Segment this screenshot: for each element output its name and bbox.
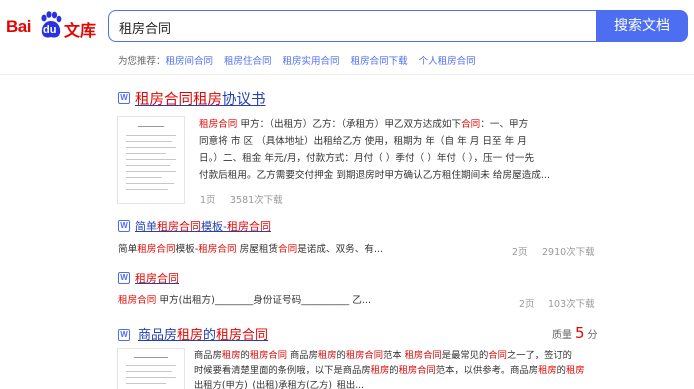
text-segment: 房屋租赁 <box>236 244 279 255</box>
word-doc-icon: W <box>118 220 130 232</box>
keyword-highlight: 租房 <box>177 328 204 343</box>
keyword-highlight: 合同 <box>488 350 507 361</box>
text-segment: 协议书 <box>222 92 266 108</box>
keyword-highlight: 合同 <box>461 119 481 130</box>
text-segment: 商品房 <box>287 350 318 361</box>
text-segment: 的 <box>389 365 399 376</box>
baidu-wenku-logo[interactable]: Bai du 文库 <box>6 11 100 41</box>
text-segment: 同意将 市 区 （具体地址）出租给乙方 使用，租期为 年（自 年 月 日至 年 … <box>199 136 527 147</box>
result-title[interactable]: 简单租房合同模板-租房合同 <box>135 218 271 234</box>
result-title[interactable]: 租房合同租房协议书 <box>135 88 266 109</box>
quality-label: 质量 <box>552 330 572 341</box>
result-snippet: 租房合同 甲方：（出租方）乙方：（承租方）甲乙双方达成如下合同：一、甲方 同意将… <box>199 116 550 184</box>
result-title[interactable]: 商品房租房的租房合同 <box>138 324 268 343</box>
keyword-highlight: 租房合同 <box>398 365 436 376</box>
text-segment: 商品房 <box>138 328 178 343</box>
recommendations: 为您推荐：租房间合同 租房住合同 租房实用合同 租房合同下载 个人租房合同 <box>118 53 487 67</box>
header: Bai du 文库 租房合同 搜索文档 <box>0 0 694 52</box>
text-segment: 是最常见的 <box>441 350 489 361</box>
logo-text-wenku: 文库 <box>64 21 97 40</box>
recommend-link[interactable]: 租房合同下载 <box>351 56 408 67</box>
search-button[interactable]: 搜索文档 <box>596 10 688 42</box>
quality-score: 质量 5 分 <box>552 324 598 342</box>
snippet-line: 租房合同 甲方(出租方)________身份证号码__________ 乙... <box>118 292 371 309</box>
snippet-line: 同意将 市 区 （具体地址）出租给乙方 使用，租期为 年（自 年 月 日至 年 … <box>199 133 550 150</box>
keyword-highlight: 租房合同 <box>135 272 179 285</box>
text-segment: 时候要看清楚里面的条例哦，以下是商品房 <box>194 365 371 376</box>
text-segment: 简单 <box>135 220 157 233</box>
text-segment: 范本，以供参考。商品房 <box>435 365 539 376</box>
logo-text-bai: Bai <box>6 17 31 36</box>
text-segment: 甲方：（出租方）乙方：（承租方）甲乙双方达成如下 <box>237 119 462 130</box>
keyword-highlight: 租房合同租房 <box>135 92 222 108</box>
recommend-link[interactable]: 个人租房合同 <box>419 56 476 67</box>
text-segment: 模板- <box>175 244 199 255</box>
download-count: 3581次下载 <box>230 195 283 206</box>
download-count: 103次下载 <box>548 299 595 310</box>
recommend-link[interactable]: 租房间合同 <box>166 56 214 67</box>
word-doc-icon: W <box>118 272 130 284</box>
keyword-highlight: 租房合同 <box>137 244 176 255</box>
snippet-line: 出租方(甲方)_(出租)承租方(乙方)_租出... <box>194 378 585 389</box>
keyword-highlight: 租房合同 <box>157 220 201 233</box>
document-thumbnail[interactable] <box>117 348 185 389</box>
text-segment: 是诺成、双务、有... <box>297 244 384 255</box>
search-input-value: 租房合同 <box>119 22 172 37</box>
result-snippet: 商品房租房的租房合同 商品房租房的租房合同范本 租房合同是最常见的合同之一了，签… <box>194 348 585 389</box>
text-segment: 商品房 <box>194 350 222 361</box>
page-count: 1页 <box>200 195 216 206</box>
page-count: 2页 <box>519 299 535 310</box>
keyword-highlight: 租房合同 <box>404 350 442 361</box>
snippet-line: 日。）二、租金 年元/月，付款方式：月付（ ）季付（ ）年付（ ），压一 付一先 <box>199 150 550 167</box>
keyword-highlight: 租房合同 <box>118 295 157 306</box>
text-segment: 的 <box>556 365 566 376</box>
keyword-highlight: 租房 <box>221 350 241 361</box>
text-segment: 甲方(出租方)________身份证号码__________ 乙... <box>156 295 371 306</box>
divider <box>0 74 694 75</box>
keyword-highlight: 租房合同 <box>345 350 384 361</box>
text-segment: 付款后租用。乙方需要交付押金 到期退房时甲方确认乙方租住期间未 给房屋造成... <box>199 170 551 181</box>
result-snippet: 简单租房合同模板-租房合同 房屋租赁合同是诺成、双务、有... <box>118 241 383 258</box>
recommend-link[interactable]: 租房住合同 <box>224 56 272 67</box>
text-segment: 模板- <box>201 220 227 233</box>
recommend-label: 为您推荐： <box>118 56 166 67</box>
word-doc-icon: W <box>118 92 130 104</box>
text-segment: 之一了，签订的 <box>506 350 572 361</box>
text-segment: 范本 <box>383 350 405 361</box>
keyword-highlight: 租房 <box>538 365 557 376</box>
result-title[interactable]: 租房合同 <box>135 270 179 286</box>
text-segment: 的 <box>203 328 217 343</box>
page-count: 2页 <box>512 247 528 258</box>
snippet-line: 租房合同 甲方：（出租方）乙方：（承租方）甲乙双方达成如下合同：一、甲方 <box>199 116 550 133</box>
keyword-highlight: 合同 <box>278 244 298 255</box>
document-thumbnail[interactable] <box>117 116 185 204</box>
result-snippet: 租房合同 甲方(出租方)________身份证号码__________ 乙... <box>118 292 371 309</box>
keyword-highlight: 租房合同 <box>198 244 237 255</box>
text-segment: 日。）二、租金 年元/月，付款方式：月付（ ）季付（ ）年付（ ），压一 付一先 <box>199 153 535 164</box>
word-doc-icon: W <box>118 329 130 341</box>
keyword-highlight: 租房 <box>565 365 585 376</box>
snippet-line: 时候要看清楚里面的条例哦，以下是商品房租房的租房合同范本，以供参考。商品房租房的… <box>194 363 585 378</box>
keyword-highlight: 租房 <box>317 350 337 361</box>
keyword-highlight: 租房合同 <box>199 119 238 130</box>
text-segment: 简单 <box>118 244 138 255</box>
download-count: 2910次下载 <box>542 247 595 258</box>
quality-value: 5 <box>575 324 585 342</box>
text-segment: 的 <box>336 350 346 361</box>
recommend-link[interactable]: 租房实用合同 <box>283 56 340 67</box>
logo-text-du: du <box>43 24 57 36</box>
snippet-line: 付款后租用。乙方需要交付押金 到期退房时甲方确认乙方租住期间未 给房屋造成... <box>199 167 550 184</box>
keyword-highlight: 租房合同 <box>249 350 288 361</box>
text-segment: 出租方(甲方)_(出租)承租方(乙方)_租出... <box>194 380 365 389</box>
keyword-highlight: 租房合同 <box>216 328 269 343</box>
snippet-line: 简单租房合同模板-租房合同 房屋租赁合同是诺成、双务、有... <box>118 241 383 258</box>
page: Bai du 文库 租房合同 搜索文档 为您推荐：租房间合同 租房住合同 租房实用合… <box>0 0 694 389</box>
quality-unit: 分 <box>587 330 598 341</box>
text-segment: 的 <box>240 350 250 361</box>
snippet-line: 商品房租房的租房合同 商品房租房的租房合同范本 租房合同是最常见的合同之一了，签… <box>194 348 585 363</box>
search-input[interactable]: 租房合同 <box>108 10 596 42</box>
keyword-highlight: 租房合同 <box>226 220 271 233</box>
keyword-highlight: 租房 <box>370 365 390 376</box>
text-segment: ：一、甲方 <box>480 119 529 130</box>
